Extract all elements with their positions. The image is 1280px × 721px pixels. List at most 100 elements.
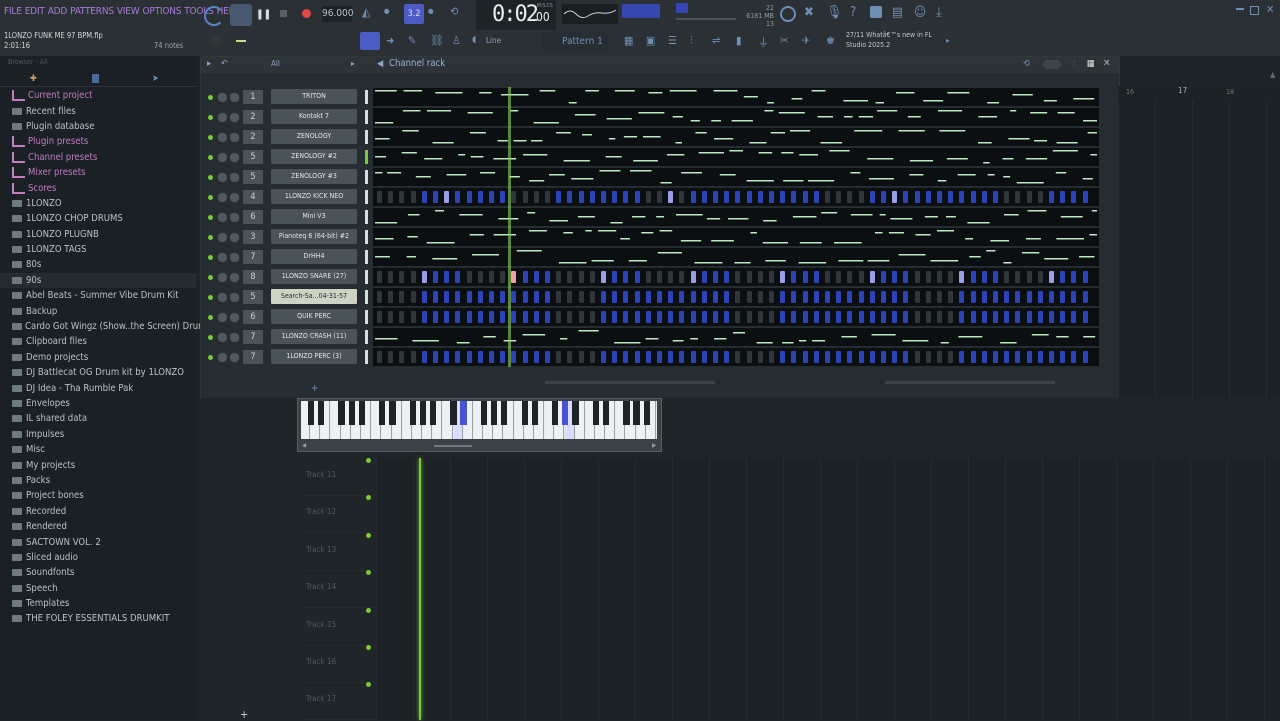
piano-black-key[interactable] bbox=[379, 401, 386, 425]
channel-mixer-track[interactable]: 7 bbox=[243, 350, 263, 364]
rack-close-icon[interactable]: ✕ bbox=[1103, 58, 1111, 69]
channel-mute-led[interactable] bbox=[208, 295, 213, 300]
step-button[interactable] bbox=[1026, 191, 1032, 203]
step-button[interactable] bbox=[589, 351, 595, 363]
channel-select-indicator[interactable] bbox=[365, 210, 368, 224]
snap-line-select[interactable]: Line bbox=[486, 36, 501, 45]
track-mute-led[interactable] bbox=[366, 458, 371, 463]
cpu-spin-icon[interactable] bbox=[204, 6, 224, 26]
step-button[interactable] bbox=[735, 311, 741, 323]
channel-select-indicator[interactable] bbox=[365, 110, 368, 124]
browser-item[interactable]: Recorded bbox=[0, 504, 196, 519]
browser-item[interactable]: Abel Beats - Summer Vibe Drum Kit bbox=[0, 288, 196, 303]
channel-rack-icon[interactable]: ▦ bbox=[624, 34, 633, 47]
channel-pan-knob[interactable] bbox=[217, 152, 228, 163]
step-button[interactable] bbox=[791, 291, 797, 303]
step-button[interactable] bbox=[533, 311, 539, 323]
browser-item[interactable]: Cardo Got Wingz (Show..the Screen) Drumk… bbox=[0, 319, 217, 334]
step-button[interactable] bbox=[914, 271, 920, 283]
browser-item[interactable]: 1LONZO PLUGNB bbox=[0, 227, 196, 242]
channel-mixer-track[interactable]: 7 bbox=[243, 250, 263, 264]
step-button[interactable] bbox=[836, 311, 842, 323]
step-button[interactable] bbox=[881, 351, 886, 363]
step-button[interactable] bbox=[399, 191, 405, 203]
step-button[interactable] bbox=[377, 351, 382, 363]
channel-mixer-track[interactable]: 6 bbox=[243, 210, 263, 224]
step-button[interactable] bbox=[937, 351, 942, 363]
menu-edit[interactable]: EDIT bbox=[25, 6, 45, 17]
step-button[interactable] bbox=[477, 351, 483, 363]
piano-black-key[interactable] bbox=[602, 401, 610, 425]
channel-name-button[interactable]: QUIK PERC bbox=[271, 309, 357, 324]
track-mute-led[interactable] bbox=[366, 645, 371, 650]
browser-item[interactable]: Impulses bbox=[0, 427, 196, 442]
step-button[interactable] bbox=[477, 311, 483, 323]
piano-black-key[interactable] bbox=[358, 401, 366, 425]
step-button[interactable] bbox=[679, 311, 685, 323]
step-button[interactable] bbox=[1060, 351, 1066, 363]
step-button[interactable] bbox=[668, 291, 674, 303]
channel-name-button[interactable]: Search-Sa...04-31-57 bbox=[271, 289, 357, 304]
channel-volume-knob[interactable] bbox=[229, 192, 240, 203]
step-button[interactable] bbox=[455, 311, 461, 323]
step-button[interactable] bbox=[1071, 311, 1077, 323]
piano-black-key[interactable] bbox=[460, 401, 467, 425]
step-button[interactable] bbox=[388, 271, 394, 283]
step-button[interactable] bbox=[701, 191, 707, 203]
piano-black-key[interactable] bbox=[623, 401, 630, 425]
step-button[interactable] bbox=[959, 271, 965, 283]
browser-item[interactable]: Channel presets bbox=[0, 150, 196, 165]
channel-name-button[interactable]: Mini V3 bbox=[271, 209, 357, 224]
step-button[interactable] bbox=[679, 271, 685, 283]
step-button[interactable] bbox=[567, 351, 573, 363]
step-button[interactable] bbox=[903, 351, 909, 363]
step-button[interactable] bbox=[780, 191, 786, 203]
menu-patterns[interactable]: PATTERNS bbox=[70, 6, 114, 17]
step-button[interactable] bbox=[970, 351, 976, 363]
channel-row[interactable]: 6 QUIK PERC bbox=[201, 307, 1119, 327]
step-button[interactable] bbox=[634, 271, 640, 283]
browser-item[interactable]: 1LONZO CHOP DRUMS bbox=[0, 211, 196, 226]
piano-black-key[interactable] bbox=[501, 401, 508, 425]
step-button[interactable] bbox=[1071, 271, 1077, 283]
step-button[interactable] bbox=[914, 311, 920, 323]
step-button[interactable] bbox=[892, 271, 898, 283]
track-mute-led[interactable] bbox=[366, 532, 371, 538]
step-button[interactable] bbox=[1049, 291, 1054, 303]
step-button[interactable] bbox=[914, 291, 920, 303]
step-button[interactable] bbox=[612, 311, 618, 323]
step-button[interactable] bbox=[578, 351, 584, 363]
step-button[interactable] bbox=[489, 311, 494, 323]
step-button[interactable] bbox=[1015, 271, 1021, 283]
browser-item[interactable]: Templates bbox=[0, 596, 196, 611]
step-button[interactable] bbox=[825, 351, 830, 363]
step-button[interactable] bbox=[802, 271, 808, 283]
step-button[interactable] bbox=[623, 271, 629, 283]
channel-volume-knob[interactable] bbox=[229, 272, 240, 283]
channel-name-button[interactable]: DrHH4 bbox=[271, 249, 357, 264]
step-button[interactable] bbox=[634, 351, 640, 363]
channel-piano-keyboard[interactable]: ◀ ▶ bbox=[297, 398, 662, 452]
piano-black-key[interactable] bbox=[552, 401, 559, 425]
channel-volume-knob[interactable] bbox=[229, 312, 240, 323]
step-button[interactable] bbox=[746, 291, 752, 303]
step-button[interactable] bbox=[791, 311, 797, 323]
step-button[interactable] bbox=[858, 291, 864, 303]
playlist-scroll-up-icon[interactable]: ▲ bbox=[1270, 70, 1278, 80]
step-button[interactable] bbox=[1015, 191, 1021, 203]
browser-item[interactable]: Sliced audio bbox=[0, 550, 196, 565]
channel-pan-knob[interactable] bbox=[217, 332, 228, 343]
step-button[interactable] bbox=[1071, 291, 1077, 303]
rack-scrollbar-left[interactable] bbox=[545, 381, 715, 384]
browser-item[interactable]: DJ Battlecat OG Drum kit by 1LONZO bbox=[0, 365, 196, 380]
channel-pan-knob[interactable] bbox=[217, 272, 228, 283]
step-button[interactable] bbox=[500, 271, 506, 283]
channel-select-indicator[interactable] bbox=[365, 310, 368, 324]
browser-icon[interactable]: ⇌ bbox=[712, 34, 720, 47]
step-button[interactable] bbox=[847, 191, 853, 203]
step-button[interactable] bbox=[1049, 311, 1054, 323]
step-button[interactable] bbox=[466, 271, 472, 283]
step-button[interactable] bbox=[522, 351, 528, 363]
playlist-track-header[interactable]: Track 16 bbox=[302, 645, 376, 683]
piano-scroll-right-icon[interactable]: ▶ bbox=[652, 442, 656, 449]
